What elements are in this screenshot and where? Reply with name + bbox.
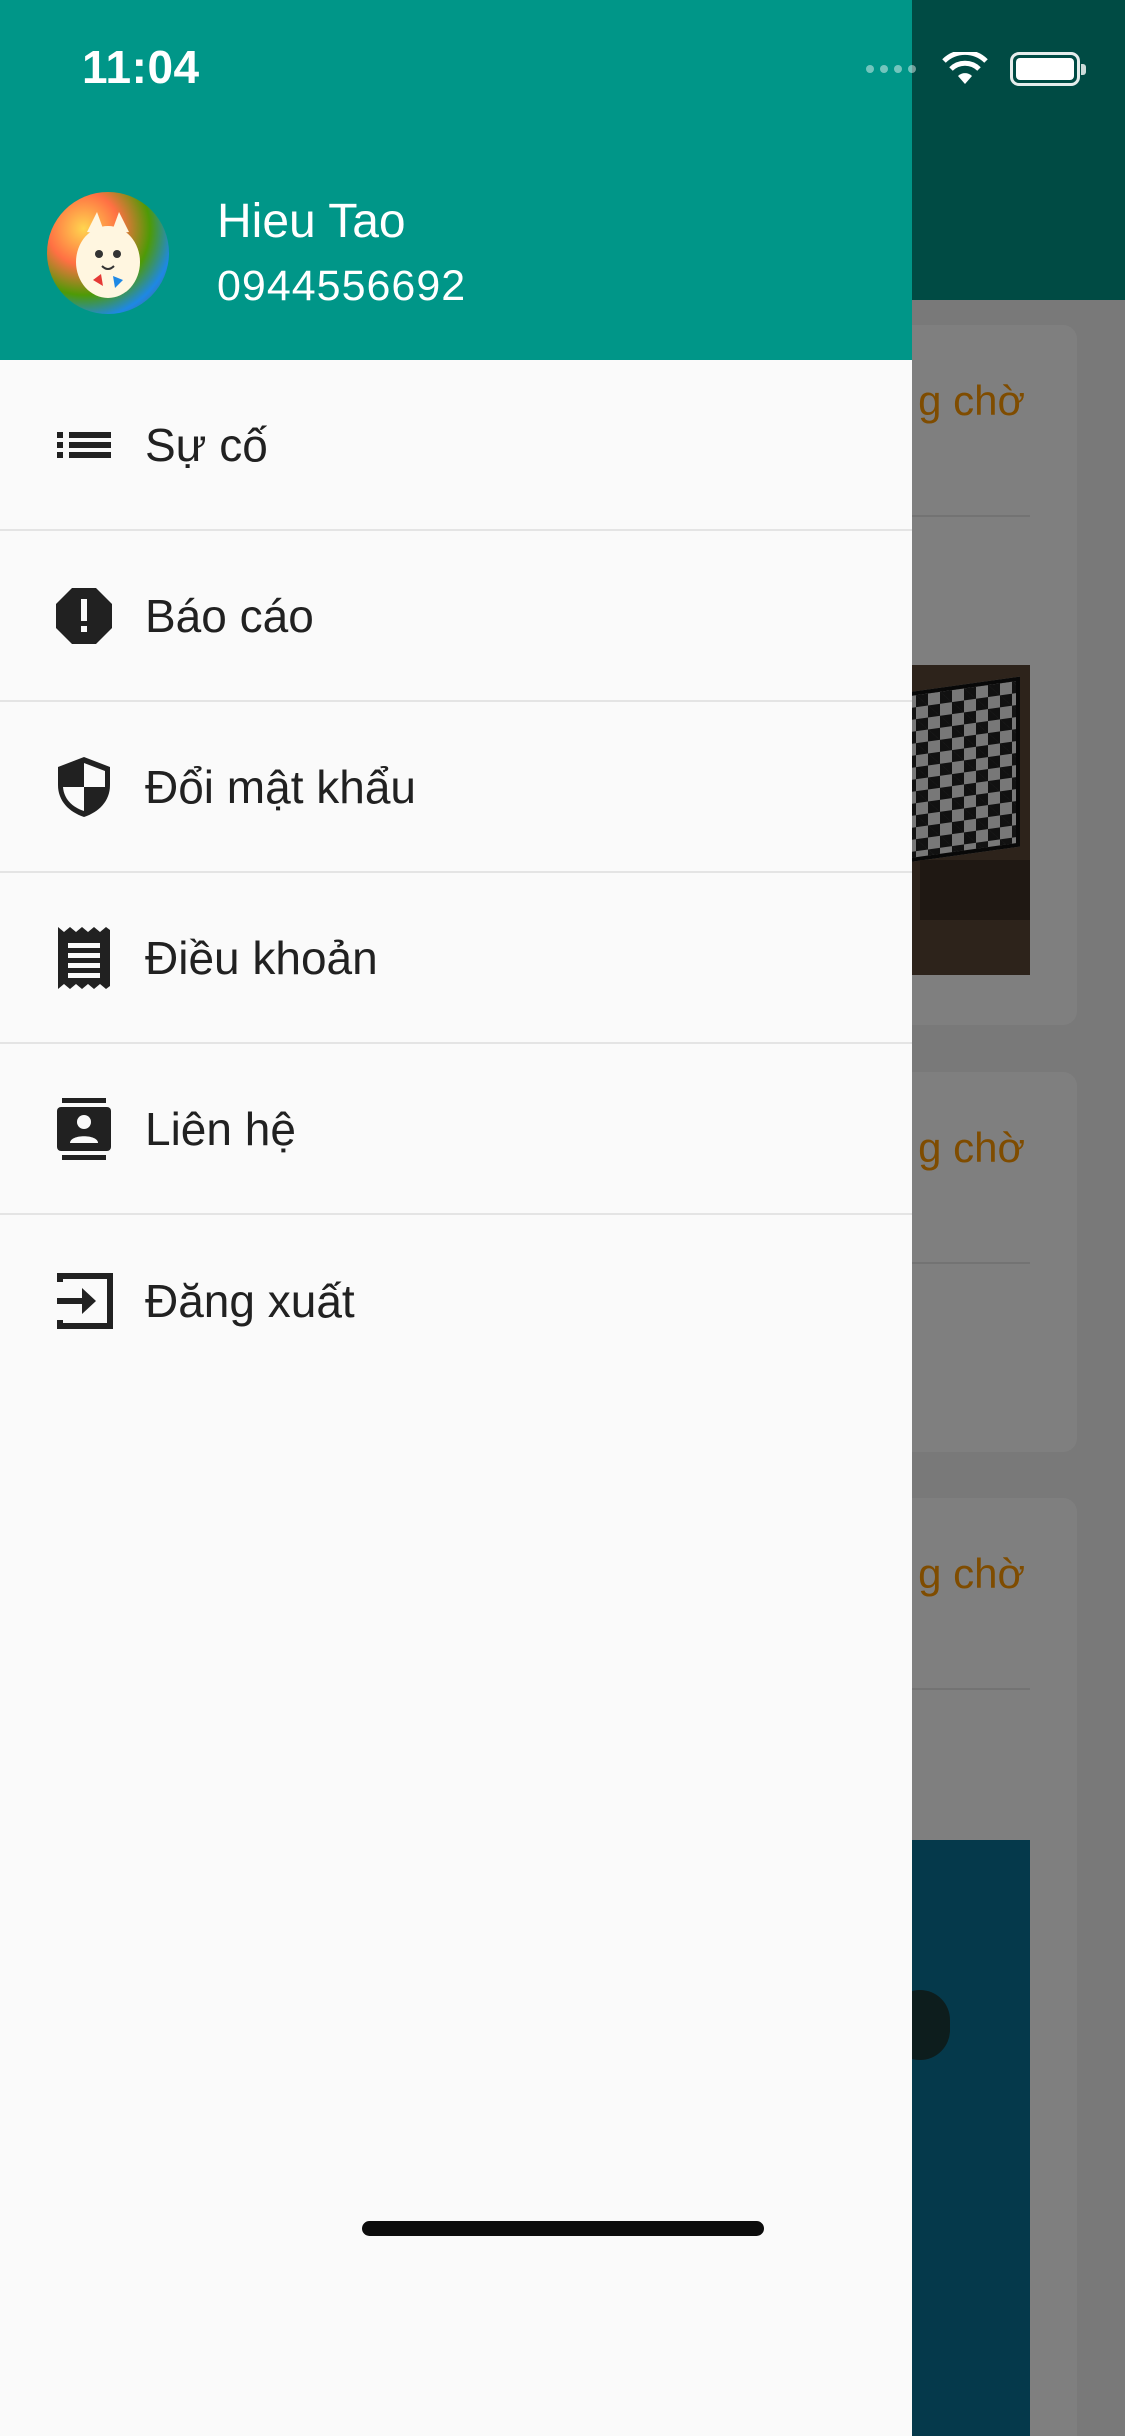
home-indicator[interactable] [362, 2221, 764, 2236]
menu-item-logout[interactable]: Đăng xuất [0, 1215, 912, 1386]
user-phone: 0944556692 [217, 262, 467, 310]
menu-item-label: Liên hệ [145, 1102, 296, 1155]
receipt-icon [54, 925, 114, 991]
drawer-menu: Sự cố Báo cáo Đổi mật khẩu Điều khoản Li… [0, 360, 912, 1386]
list-icon [54, 412, 114, 478]
status-time: 11:04 [82, 41, 200, 93]
menu-item-label: Điều khoản [145, 931, 378, 984]
user-name: Hieu Tao [217, 195, 406, 248]
menu-item-label: Sự cố [145, 418, 268, 471]
drawer-header: 11:04 Hieu Tao 0944556692 [0, 0, 912, 360]
navigation-drawer: 11:04 Hieu Tao 0944556692 Sự cố Báo cáo … [0, 0, 912, 2436]
status-bar-indicators [866, 52, 1086, 86]
menu-item-contact[interactable]: Liên hệ [0, 1044, 912, 1215]
menu-item-terms[interactable]: Điều khoản [0, 873, 912, 1044]
report-icon [54, 583, 114, 649]
avatar[interactable] [47, 192, 169, 314]
menu-item-label: Đổi mật khẩu [145, 760, 417, 813]
shield-icon [54, 754, 114, 820]
menu-item-incidents[interactable]: Sự cố [0, 360, 912, 531]
contact-icon [54, 1096, 114, 1162]
wifi-icon [942, 52, 1010, 86]
signal-icon [866, 65, 916, 73]
logout-icon [54, 1268, 114, 1334]
menu-item-label: Đăng xuất [145, 1274, 355, 1327]
menu-item-report[interactable]: Báo cáo [0, 531, 912, 702]
menu-item-change-password[interactable]: Đổi mật khẩu [0, 702, 912, 873]
battery-icon [1010, 52, 1086, 86]
menu-item-label: Báo cáo [145, 589, 314, 642]
